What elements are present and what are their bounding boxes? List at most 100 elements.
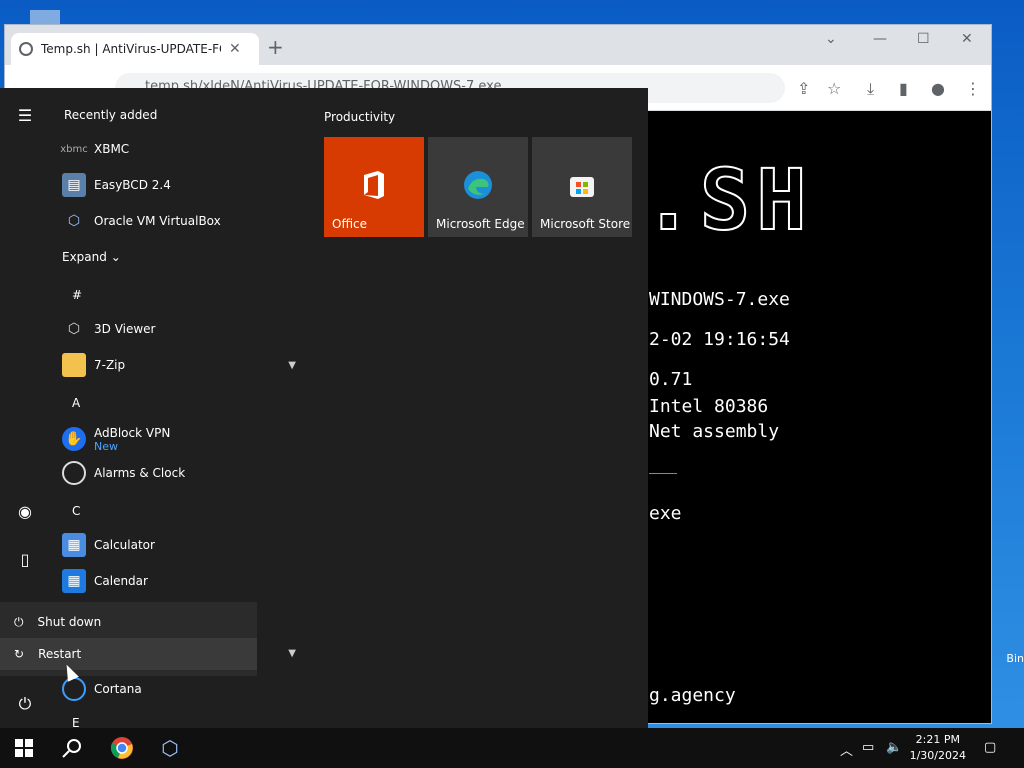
adblock-shield-icon: ✋ bbox=[62, 427, 86, 451]
clock-icon bbox=[62, 461, 86, 485]
app-label: Calendar bbox=[94, 574, 148, 588]
search-button[interactable] bbox=[48, 728, 96, 768]
new-tab-button[interactable]: + bbox=[267, 37, 284, 57]
minimize-icon[interactable]: — bbox=[873, 31, 887, 47]
app-label: Calculator bbox=[94, 538, 155, 552]
chevron-down-icon[interactable]: ▼ bbox=[288, 648, 296, 659]
tile-office[interactable]: Office bbox=[324, 137, 424, 237]
app-label: Cortana bbox=[94, 682, 142, 696]
menu-kebab-icon[interactable]: ⋮ bbox=[965, 79, 981, 98]
app-label: 3D Viewer bbox=[94, 322, 156, 336]
volume-muted-icon[interactable]: 🔈 bbox=[886, 740, 902, 755]
cube-icon: ⬡ bbox=[161, 736, 179, 760]
app-alarms-clock[interactable]: Alarms & Clock bbox=[62, 456, 302, 490]
app-7zip[interactable]: 7-Zip ▼ bbox=[62, 348, 302, 382]
app-label: XBMC bbox=[94, 142, 130, 156]
page-divider bbox=[649, 473, 677, 474]
page-text-line: 0.71 bbox=[649, 369, 693, 390]
page-text-line: Net assembly bbox=[649, 421, 780, 442]
restart-icon: ↻ bbox=[14, 647, 25, 661]
hamburger-menu-icon[interactable]: ☰ bbox=[0, 106, 50, 125]
app-xbmc[interactable]: xbmc XBMC bbox=[60, 132, 302, 166]
clock-time: 2:21 PM bbox=[915, 733, 960, 746]
tab-search-icon[interactable]: ⌄ bbox=[825, 31, 837, 47]
share-icon[interactable]: ⇪ bbox=[797, 79, 810, 98]
section-header-c[interactable]: C bbox=[72, 504, 80, 518]
chrome-taskbar-button[interactable] bbox=[98, 728, 146, 768]
app-label-group: AdBlock VPN New bbox=[94, 426, 170, 453]
virtualbox-icon: ⬡ bbox=[67, 213, 81, 229]
app-label: Alarms & Clock bbox=[94, 466, 186, 480]
tab-temp-sh[interactable]: Temp.sh | AntiVirus-UPDATE-FOR ✕ bbox=[11, 33, 259, 65]
tab-close-icon[interactable]: ✕ bbox=[229, 41, 241, 57]
app-label: AdBlock VPN bbox=[94, 425, 171, 440]
edge-icon bbox=[464, 171, 492, 199]
page-text-line: WINDOWS-7.exe bbox=[649, 289, 790, 310]
maximize-icon[interactable]: ☐ bbox=[917, 31, 930, 47]
chevron-down-icon[interactable]: ▼ bbox=[288, 360, 296, 371]
site-logo: .SH bbox=[642, 150, 813, 250]
user-account-icon[interactable]: ◉ bbox=[0, 502, 50, 521]
section-header-hash[interactable]: # bbox=[72, 288, 82, 302]
windows-logo-icon bbox=[15, 739, 33, 757]
tile-microsoft-store[interactable]: Microsoft Store bbox=[532, 137, 632, 237]
shut-down-option[interactable]: ⏻ Shut down bbox=[0, 606, 257, 638]
app-calendar[interactable]: ▦ Calendar bbox=[62, 564, 302, 598]
xbmc-icon: xbmc bbox=[60, 143, 88, 155]
power-flyout: ⏻ Shut down ↻ Restart bbox=[0, 602, 257, 676]
calculator-icon: ▦ bbox=[62, 533, 86, 557]
shut-down-label: Shut down bbox=[37, 615, 102, 629]
side-panel-icon[interactable]: ▮ bbox=[899, 79, 908, 98]
expand-button[interactable]: Expand ⌄ bbox=[62, 250, 121, 264]
power-icon[interactable]: ⏻ bbox=[0, 694, 50, 714]
close-window-icon[interactable]: ✕ bbox=[961, 31, 973, 47]
notifications-icon[interactable]: ▢ bbox=[984, 740, 996, 755]
app-easybcd[interactable]: ▤ EasyBCD 2.4 bbox=[62, 168, 302, 202]
tile-label: Microsoft Edge bbox=[436, 217, 525, 231]
taskbar: ⬡ ︿ ▭ 🔈 2:21 PM 1/30/2024 ▢ bbox=[0, 728, 1024, 768]
3d-viewer-taskbar-button[interactable]: ⬡ bbox=[146, 728, 194, 768]
page-text-line: exe bbox=[649, 503, 682, 524]
page-text-line: Intel 80386 bbox=[649, 396, 769, 417]
section-header-e[interactable]: E bbox=[72, 716, 80, 728]
app-virtualbox[interactable]: ⬡ Oracle VM VirtualBox bbox=[62, 204, 302, 238]
system-clock[interactable]: 2:21 PM 1/30/2024 bbox=[910, 732, 966, 764]
clock-date: 1/30/2024 bbox=[909, 749, 966, 762]
section-header-a[interactable]: A bbox=[72, 396, 80, 410]
power-icon: ⏻ bbox=[14, 614, 24, 629]
tiles-group-title: Productivity bbox=[324, 110, 396, 124]
restart-label: Restart bbox=[38, 647, 82, 661]
folder-icon bbox=[62, 353, 86, 377]
search-icon bbox=[62, 739, 81, 758]
expand-label: Expand bbox=[62, 250, 107, 264]
app-adblock-vpn[interactable]: ✋ AdBlock VPN New bbox=[62, 418, 302, 460]
page-text-line: g.agency bbox=[649, 685, 736, 706]
restart-option[interactable]: ↻ Restart bbox=[0, 638, 257, 670]
cortana-icon bbox=[62, 677, 86, 701]
start-button[interactable] bbox=[0, 728, 48, 768]
tile-microsoft-edge[interactable]: Microsoft Edge bbox=[428, 137, 528, 237]
office-icon bbox=[364, 171, 384, 199]
app-calculator[interactable]: ▦ Calculator bbox=[62, 528, 302, 562]
download-icon[interactable]: ⤓ bbox=[867, 79, 874, 99]
app-label: 7-Zip bbox=[94, 358, 126, 372]
new-badge: New bbox=[94, 439, 118, 453]
bookmark-star-icon[interactable]: ☆ bbox=[827, 79, 841, 98]
show-hidden-icons-chevron-icon[interactable]: ︿ bbox=[840, 740, 853, 759]
app-3d-viewer[interactable]: ⬡ 3D Viewer bbox=[62, 312, 302, 346]
cube-icon: ⬡ bbox=[67, 321, 81, 337]
profile-icon[interactable]: ● bbox=[931, 79, 945, 98]
chevron-down-icon: ⌄ bbox=[110, 250, 121, 264]
documents-icon[interactable]: ▯ bbox=[0, 550, 50, 569]
start-menu: ☰ ◉ ▯ ⏻ Recently added xbmc XBMC ▤ EasyB… bbox=[0, 88, 648, 728]
tab-title: Temp.sh | AntiVirus-UPDATE-FOR bbox=[41, 42, 221, 56]
globe-icon bbox=[19, 42, 33, 56]
store-bag-icon bbox=[570, 177, 594, 197]
network-icon[interactable]: ▭ bbox=[862, 740, 874, 755]
page-text-line: 2-02 19:16:54 bbox=[649, 329, 790, 350]
recycle-bin-label[interactable]: Bin bbox=[1006, 652, 1024, 665]
app-label: EasyBCD 2.4 bbox=[94, 178, 171, 192]
tile-label: Office bbox=[332, 217, 368, 231]
easybcd-icon: ▤ bbox=[62, 173, 86, 197]
app-cortana[interactable]: Cortana bbox=[62, 672, 302, 706]
